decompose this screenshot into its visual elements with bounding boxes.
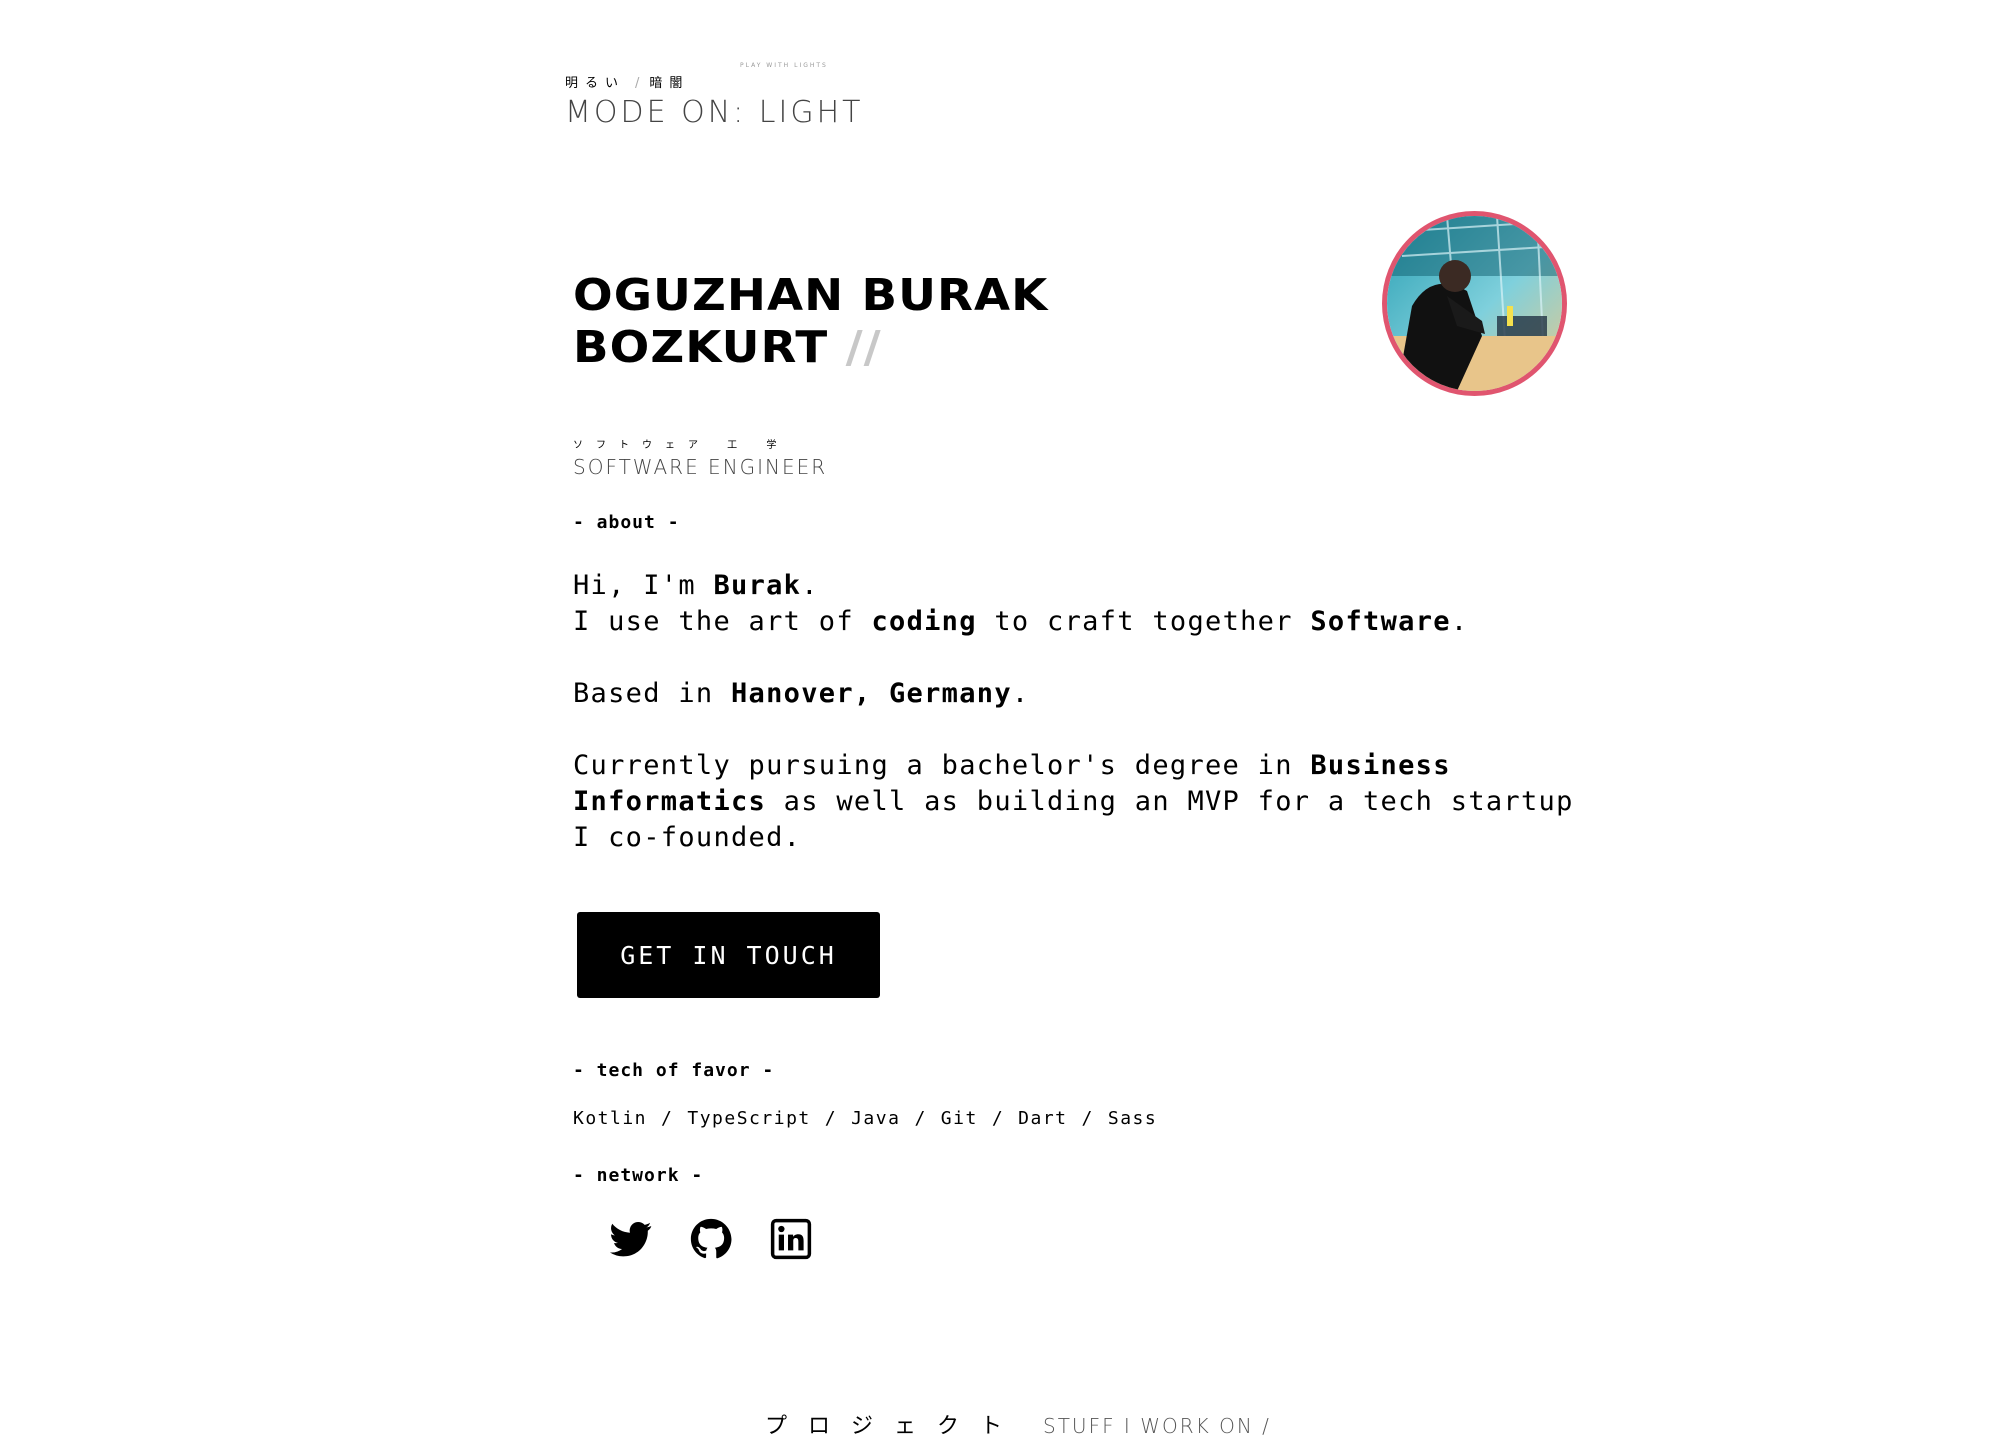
tech-item: TypeScript <box>687 1108 811 1129</box>
tech-item: Dart <box>1018 1108 1068 1129</box>
twitter-icon[interactable] <box>610 1218 652 1260</box>
avatar <box>1382 211 1567 396</box>
about-intro: Hi, I'm Burak. I use the art of coding t… <box>573 570 1469 637</box>
tech-item: Java <box>851 1108 901 1129</box>
tech-list: Kotlin / TypeScript / Java / Git / Dart / Sas… <box>573 1108 1158 1129</box>
mode-hint: PLAY WITH LIGHTS <box>740 62 828 69</box>
mode-switcher[interactable]: PLAY WITH LIGHTS 明るい / 暗闇 MODE ON: LIGHT <box>565 60 865 130</box>
page-title: OGUZHAN BURAK BOZKURT // <box>573 270 1048 374</box>
about-location: Based in Hanover, Germany. <box>573 678 1030 709</box>
name-line-2: BOZKURT // <box>573 322 882 373</box>
projects-heading: プロジェクト STUFF I WORK ON / <box>765 1408 1271 1440</box>
projects-label: STUFF I WORK ON / <box>1043 1414 1271 1438</box>
github-icon[interactable] <box>690 1218 732 1260</box>
network-links <box>610 1218 812 1260</box>
about-heading: - about - <box>573 512 680 533</box>
role-japanese: ソフトウェア 工 学 <box>573 440 790 451</box>
about-study: Currently pursuing a bachelor's degree i… <box>573 750 1574 853</box>
role-title: SOFTWARE ENGINEER <box>573 455 828 479</box>
network-heading: - network - <box>573 1165 704 1186</box>
linkedin-icon[interactable] <box>770 1218 812 1260</box>
tech-item: Git <box>940 1108 978 1129</box>
name-decoration: // <box>845 322 882 373</box>
name-line-1: OGUZHAN BURAK <box>573 270 1049 321</box>
get-in-touch-button[interactable]: GET IN TOUCH <box>577 912 880 998</box>
projects-label-japanese: プロジェクト <box>765 1414 1024 1439</box>
tech-item: Kotlin <box>573 1108 648 1129</box>
mode-separator: / <box>635 76 640 91</box>
tech-item: Sass <box>1107 1108 1158 1129</box>
mode-light-option[interactable]: 明るい <box>565 72 625 91</box>
avatar-photo <box>1387 216 1562 391</box>
mode-status: MODE ON: LIGHT <box>565 95 864 130</box>
mode-dark-option[interactable]: 暗闇 <box>649 72 689 91</box>
role: ソフトウェア 工 学 SOFTWARE ENGINEER <box>573 436 893 479</box>
tech-heading: - tech of favor - <box>573 1060 775 1081</box>
mode-options: 明るい / 暗闇 <box>565 72 689 91</box>
about-text: Hi, I'm Burak. I use the art of coding t… <box>573 568 1593 892</box>
